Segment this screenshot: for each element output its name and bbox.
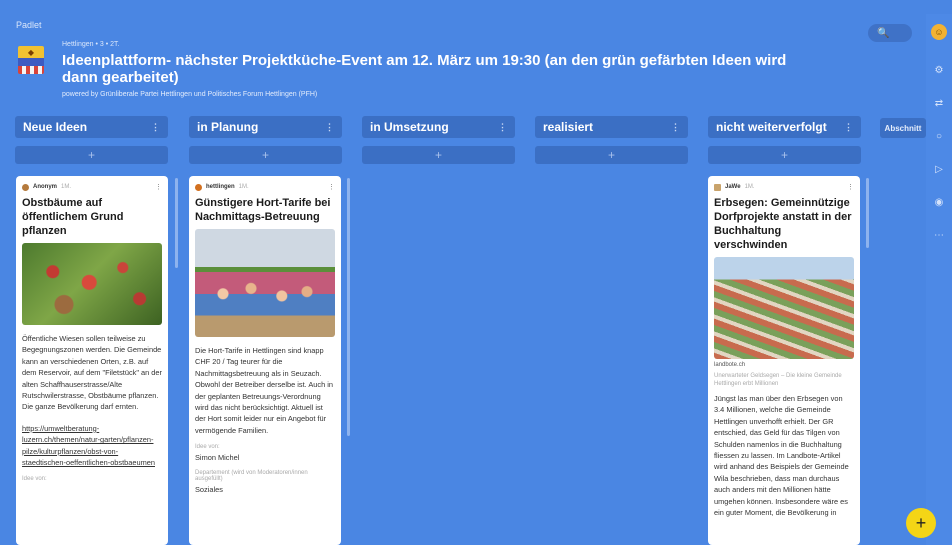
user-avatar[interactable]: ☺ bbox=[931, 24, 947, 40]
column-scrollbar[interactable] bbox=[866, 178, 869, 248]
add-post-fab[interactable]: + bbox=[906, 508, 936, 538]
post-author: Anonym bbox=[33, 184, 57, 190]
column-menu-icon[interactable]: ⋮ bbox=[844, 122, 853, 133]
post-card[interactable]: Anonym 1M. ⋮ Obstbäume auf öffentlichem … bbox=[16, 176, 168, 545]
add-post-button[interactable]: + bbox=[189, 146, 342, 164]
post-title: Erbsegen: Gemeinnützige Dorfprojekte ans… bbox=[714, 197, 852, 251]
field-label: Idee von: bbox=[195, 444, 220, 451]
more-icon[interactable]: ⋯ bbox=[934, 219, 944, 252]
column-title: Neue Ideen bbox=[23, 120, 88, 134]
post-image[interactable] bbox=[714, 257, 854, 359]
post-age: 1M. bbox=[744, 184, 755, 190]
column-title: in Planung bbox=[197, 120, 259, 134]
post-title: Günstigere Hort-Tarife bei Nachmittags-B… bbox=[195, 197, 331, 223]
link-source[interactable]: landbote.ch bbox=[714, 362, 854, 368]
column-scrollbar[interactable] bbox=[347, 178, 350, 436]
post-image[interactable] bbox=[22, 243, 162, 325]
post-meta: JaWe 1M. ⋮ bbox=[714, 182, 854, 192]
field-value: Simon Michel bbox=[195, 453, 240, 463]
column-scrollbar[interactable] bbox=[175, 178, 178, 268]
add-post-button[interactable]: + bbox=[535, 146, 688, 164]
post-body: Öffentliche Wiesen sollen teilweise zu B… bbox=[22, 334, 162, 412]
column-header-in-umsetzung[interactable]: in Umsetzung ⋮ bbox=[362, 116, 515, 138]
post-card[interactable]: JaWe 1M. ⋮ Erbsegen: Gemeinnützige Dorfp… bbox=[708, 176, 860, 545]
search-icon: 🔍 bbox=[877, 27, 890, 39]
field-label: Departement (wird von Moderatoren/innen … bbox=[195, 470, 308, 483]
column-menu-icon[interactable]: ⋮ bbox=[498, 122, 507, 133]
column-header-realisiert[interactable]: realisiert ⋮ bbox=[535, 116, 688, 138]
link-caption: Unerwarteter Geldsegen – Die kleine Geme… bbox=[714, 373, 842, 387]
settings-icon[interactable]: ⚙ bbox=[935, 54, 944, 87]
column-title: nicht weiterverfolgt bbox=[716, 120, 827, 134]
app-brand[interactable]: Padlet bbox=[16, 20, 42, 30]
add-section-button[interactable]: Abschnitt bbox=[880, 118, 926, 138]
avatar bbox=[195, 183, 202, 191]
page-title: Ideenplattform- nächster Projektküche-Ev… bbox=[62, 52, 787, 86]
column-menu-icon[interactable]: ⋮ bbox=[671, 122, 680, 133]
post-author: JaWe bbox=[725, 184, 741, 190]
post-card[interactable]: hettlingen 1M. ⋮ Günstigere Hort-Tarife … bbox=[189, 176, 341, 545]
column-title: realisiert bbox=[543, 120, 594, 134]
post-menu-icon[interactable]: ⋮ bbox=[328, 183, 335, 191]
field-label: Idee von: bbox=[22, 476, 47, 483]
column-menu-icon[interactable]: ⋮ bbox=[325, 122, 334, 133]
search-button[interactable]: 🔍 bbox=[868, 24, 912, 42]
post-age: 1M. bbox=[61, 184, 72, 190]
column-menu-icon[interactable]: ⋮ bbox=[151, 122, 160, 133]
add-post-button[interactable]: + bbox=[362, 146, 515, 164]
slideshow-icon[interactable]: ▷ bbox=[935, 153, 943, 186]
add-post-button[interactable]: + bbox=[708, 146, 861, 164]
add-post-button[interactable]: + bbox=[15, 146, 168, 164]
column-header-in-planung[interactable]: in Planung ⋮ bbox=[189, 116, 342, 138]
comment-icon[interactable]: ○ bbox=[936, 120, 942, 153]
page-subtitle: powered by Grünliberale Partei Hettlinge… bbox=[62, 91, 318, 98]
wall-logo: ◆ bbox=[18, 46, 44, 74]
post-meta: Anonym 1M. ⋮ bbox=[22, 182, 162, 192]
post-title: Obstbäume auf öffentlichem Grund pflanze… bbox=[22, 197, 124, 237]
column-header-nicht-weiterverfolgt[interactable]: nicht weiterverfolgt ⋮ bbox=[708, 116, 861, 138]
post-link[interactable]: https://umweltberatung-luzern.ch/themen/… bbox=[22, 423, 162, 469]
avatar bbox=[714, 183, 721, 191]
post-author: hettlingen bbox=[206, 184, 235, 190]
avatar bbox=[22, 183, 29, 191]
breadcrumb: Hettlingen • 3 • 2T. bbox=[62, 41, 120, 48]
share-icon[interactable]: ◉ bbox=[935, 186, 944, 219]
remake-icon[interactable]: ⇄ bbox=[935, 87, 943, 120]
post-age: 1M. bbox=[238, 184, 249, 190]
column-header-neue-ideen[interactable]: Neue Ideen ⋮ bbox=[15, 116, 168, 138]
right-toolbar: ☺ ⚙ ⇄ ○ ▷ ◉ ⋯ bbox=[926, 14, 952, 545]
post-meta: hettlingen 1M. ⋮ bbox=[195, 182, 335, 192]
post-body: Die Hort-Tarife in Hettlingen sind knapp… bbox=[195, 346, 334, 435]
post-menu-icon[interactable]: ⋮ bbox=[847, 183, 854, 191]
field-value: Soziales bbox=[195, 485, 223, 495]
post-image[interactable] bbox=[195, 229, 335, 337]
post-body: Jüngst las man über den Erbsegen von 3.4… bbox=[714, 394, 849, 518]
column-title: in Umsetzung bbox=[370, 120, 449, 134]
post-menu-icon[interactable]: ⋮ bbox=[155, 183, 162, 191]
